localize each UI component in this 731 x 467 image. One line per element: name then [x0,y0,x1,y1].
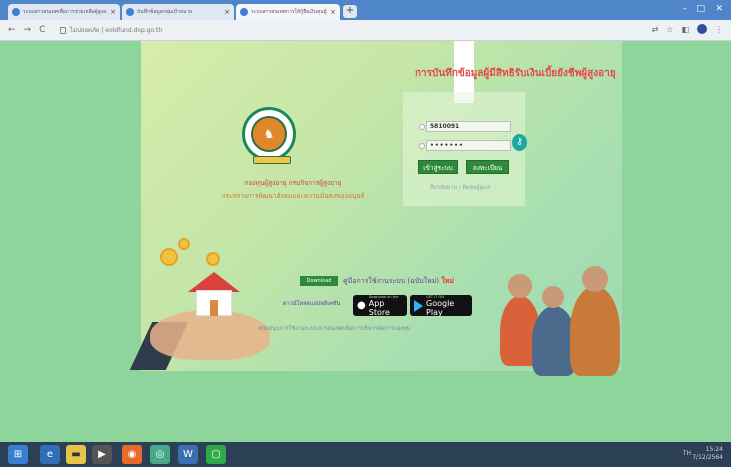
app-store-label: App Store [368,298,390,317]
user-icon [419,124,425,130]
back-icon[interactable]: ← [8,25,16,35]
page-title: การบันทึกข้อมูลผู้มีสิทธิรับเงินเบี้ยยัง… [415,68,616,79]
profile-avatar[interactable] [697,24,707,34]
tab-title: บันทึกข้อมูลกลุ่มเป้าหมาย [137,9,193,15]
apple-icon: ● [357,300,366,311]
forgot-password-link[interactable]: ลืมรหัสผ่าน / ติดต่อผู้ดูแล [430,184,490,192]
address-text: ไม่ปลอดภัย | eoldfund.dop.go.th [70,27,163,34]
page-background [0,41,731,442]
ie-icon[interactable]: e [40,445,60,464]
google-play-icon [414,299,423,312]
download-badge[interactable]: Download [300,276,338,286]
department-logo: ♞ [242,107,296,164]
start-button[interactable]: ⊞ [8,445,28,464]
google-play-button[interactable]: GET IT ON Google Play [410,295,472,317]
close-window-icon[interactable]: ✕ [715,4,723,14]
close-tab-icon[interactable]: × [224,8,230,16]
elderly-people-illustration [470,266,622,376]
tab-title: ระบบสารสนเทศการให้กู้ยืมเงินทุนผู้สูงอาย… [251,9,327,15]
browser-tab-2[interactable]: บันทึกข้อมูลกลุ่มเป้าหมาย × [122,4,234,20]
username-input[interactable]: 5810091 [426,121,511,132]
browser-tab-1[interactable]: ระบบสารสนเทศเพื่อการช่วยเหลือผู้สูงอายุ … [8,4,120,20]
firefox-icon[interactable]: ◉ [122,445,142,464]
new-tab-button[interactable]: + [343,5,357,18]
organization-name: กองทุนผู้สูงอายุ กรมกิจการผู้สูงอายุ [244,179,342,187]
app-download-label: ดาวน์โหลดแอปพลิเคชัน [283,301,341,307]
new-label: ใหม่ [441,277,455,285]
ministry-name: กระทรวงการพัฒนาสังคมและความมั่นคงของมนุษ… [221,192,365,200]
tray-language[interactable]: TH [683,450,691,457]
line-icon[interactable]: ▢ [206,445,226,464]
info-icon[interactable] [60,26,66,34]
chrome-icon[interactable]: ◎ [150,445,170,464]
extension-icon[interactable]: ◧ [681,25,689,34]
register-button[interactable]: ลงทะเบียน [466,160,509,174]
favicon-icon [240,8,248,16]
close-tab-icon[interactable]: × [330,8,336,16]
app-store-small-text: Download on the [368,294,399,299]
coin-icon [178,238,190,250]
bookmark-star-icon[interactable]: ☆ [666,25,673,34]
translate-icon[interactable]: ⇄ [652,25,659,34]
favicon-icon [12,8,20,16]
login-button[interactable]: เข้าสู่ระบบ [418,160,458,174]
reload-icon[interactable]: C [39,25,45,35]
system-clock[interactable]: 15:24 7/12/2564 [692,446,723,462]
close-tab-icon[interactable]: × [110,8,116,16]
address-bar[interactable]: ไม่ปลอดภัย | eoldfund.dop.go.th [60,23,640,37]
lock-icon [419,143,425,149]
manual-link[interactable]: คู่มือการใช้งานระบบ (ฉบับใหม่) ใหม่ [343,276,454,287]
media-player-icon[interactable]: ▶ [92,445,112,464]
word-icon[interactable]: W [178,445,198,464]
favicon-icon [126,8,134,16]
browser-tab-bar: ระบบสารสนเทศเพื่อการช่วยเหลือผู้สูงอายุ … [0,0,731,20]
clock-date: 7/12/2564 [692,454,723,461]
coin-icon [206,252,220,266]
maximize-icon[interactable]: □ [696,4,705,14]
browser-tab-3[interactable]: ระบบสารสนเทศการให้กู้ยืมเงินทุนผู้สูงอาย… [236,4,340,20]
browser-toolbar: ← → C ไม่ปลอดภัย | eoldfund.dop.go.th ⇄ … [0,20,731,41]
forward-icon[interactable]: → [24,25,32,35]
key-icon: ⚷ [512,134,527,151]
coin-icon [160,248,178,266]
logo-ribbon [253,156,291,164]
hand-illustration [150,310,270,360]
emblem-icon: ♞ [251,116,287,152]
windows-taskbar: ⊞ e ▬ ▶ ◉ ◎ W ▢ TH 15:24 7/12/2564 [0,442,731,467]
minimize-icon[interactable]: – [683,4,688,14]
house-illustration [188,272,240,317]
folder-icon[interactable]: ▬ [66,445,86,464]
manual-text: คู่มือการใช้งานระบบ (ฉบับใหม่) [343,277,440,285]
google-play-label: Google Play [426,298,455,317]
app-store-button[interactable]: ● Download on the App Store [353,294,407,317]
menu-icon[interactable]: ⋮ [715,25,723,34]
footer-note: สนับสนุนการใช้งานระบบสารสนเทศเพื่อการบริ… [258,326,411,332]
password-input[interactable]: ••••••• [426,140,511,151]
tab-title: ระบบสารสนเทศเพื่อการช่วยเหลือผู้สูงอายุ [23,9,108,15]
clock-time: 15:24 [705,446,723,453]
